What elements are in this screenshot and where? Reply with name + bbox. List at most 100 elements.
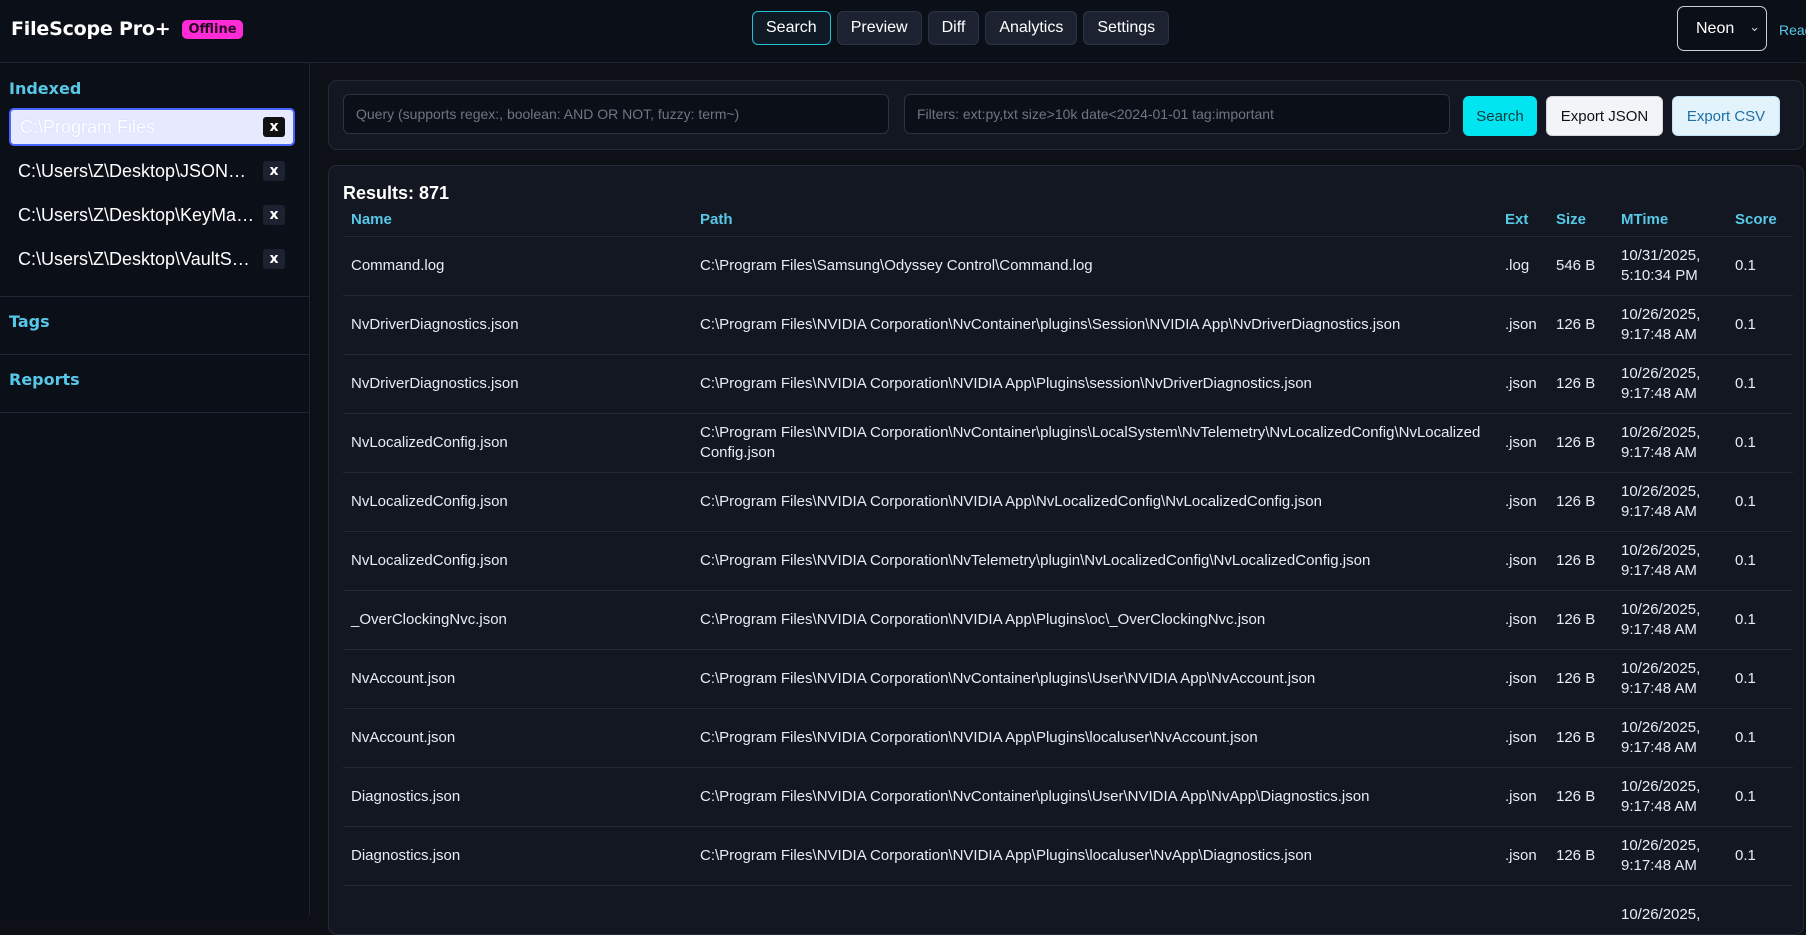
column-header-mtime[interactable]: MTime [1613,202,1727,237]
cell-mtime: 10/26/2025, 9:17:48 AM [1613,709,1727,768]
cell-mtime: 10/26/2025, 9:17:48 AM [1613,591,1727,650]
cell-mtime: 10/26/2025, 9:17:48 AM [1613,532,1727,591]
cell-name: Diagnostics.json [343,768,692,827]
cell-score [1727,886,1793,935]
cell-ext: .json [1497,709,1548,768]
table-row[interactable]: NvLocalizedConfig.jsonC:\Program Files\N… [343,532,1793,591]
cell-name: Command.log [343,237,692,296]
cell-size: 126 B [1548,650,1613,709]
indexed-path-item[interactable]: C:\Users\Z\Desktop\VaultSyn... x [9,240,295,278]
cell-name: NvDriverDiagnostics.json [343,355,692,414]
cell-path: C:\Program Files\NVIDIA Corporation\NvCo… [692,414,1497,473]
cell-ext: .json [1497,414,1548,473]
cell-path: C:\Program Files\NVIDIA Corporation\NvCo… [692,296,1497,355]
results-body: Command.logC:\Program Files\Samsung\Odys… [343,237,1793,935]
indexed-path-label: C:\Program Files [20,117,260,138]
cell-score: 0.1 [1727,650,1793,709]
remove-path-button[interactable]: x [263,249,285,269]
cell-ext: .json [1497,591,1548,650]
table-row[interactable]: NvAccount.jsonC:\Program Files\NVIDIA Co… [343,650,1793,709]
cell-path: C:\Program Files\NVIDIA Corporation\NVID… [692,591,1497,650]
indexed-path-item[interactable]: C:\Program Files x [9,108,295,146]
cell-ext [1497,886,1548,935]
table-row[interactable]: NvDriverDiagnostics.jsonC:\Program Files… [343,355,1793,414]
cell-name: NvLocalizedConfig.json [343,414,692,473]
cell-size: 126 B [1548,532,1613,591]
cell-score: 0.1 [1727,827,1793,886]
cell-score: 0.1 [1727,414,1793,473]
table-row[interactable]: _OverClockingNvc.jsonC:\Program Files\NV… [343,591,1793,650]
cell-score: 0.1 [1727,591,1793,650]
theme-select[interactable]: Neon ⌄ [1677,6,1767,51]
app-name: FileScope Pro+ [11,18,170,40]
sidebar-divider [0,296,309,297]
cell-mtime: 10/31/2025, 5:10:34 PM [1613,237,1727,296]
cell-name: NvLocalizedConfig.json [343,473,692,532]
cell-path: C:\Program Files\NVIDIA Corporation\NVID… [692,827,1497,886]
column-header-ext[interactable]: Ext [1497,202,1548,237]
results-card: Results: 871 Name Path Ext Size MTime Sc… [328,165,1804,935]
remove-path-button[interactable]: x [263,205,285,225]
table-row[interactable]: Diagnostics.jsonC:\Program Files\NVIDIA … [343,827,1793,886]
tab-diff[interactable]: Diff [928,11,980,45]
tab-analytics[interactable]: Analytics [985,11,1077,45]
cell-mtime: 10/26/2025, 9:17:48 AM [1613,473,1727,532]
cell-mtime: 10/26/2025, [1613,886,1727,935]
column-header-path[interactable]: Path [692,202,1497,237]
sidebar-divider [0,412,309,413]
table-row[interactable]: NvDriverDiagnostics.jsonC:\Program Files… [343,296,1793,355]
cell-name: _OverClockingNvc.json [343,591,692,650]
top-bar: FileScope Pro+ Offline Search Preview Di… [0,0,1806,63]
table-row[interactable]: Diagnostics.jsonC:\Program Files\NVIDIA … [343,768,1793,827]
remove-path-button[interactable]: x [263,161,285,181]
cell-path: C:\Program Files\Samsung\Odyssey Control… [692,237,1497,296]
cell-path: C:\Program Files\NVIDIA Corporation\NVID… [692,709,1497,768]
indexed-path-label: C:\Users\Z\Desktop\JSONPil... [18,161,258,182]
indexed-path-item[interactable]: C:\Users\Z\Desktop\JSONPil... x [9,152,295,190]
cell-mtime: 10/26/2025, 9:17:48 AM [1613,650,1727,709]
cell-name: NvAccount.json [343,650,692,709]
cell-score: 0.1 [1727,768,1793,827]
table-row[interactable]: Command.logC:\Program Files\Samsung\Odys… [343,237,1793,296]
table-row[interactable]: NvLocalizedConfig.jsonC:\Program Files\N… [343,414,1793,473]
chevron-down-icon: ⌄ [1749,19,1760,35]
column-header-score[interactable]: Score [1727,202,1793,237]
cell-ext: .json [1497,355,1548,414]
cell-ext: .log [1497,237,1548,296]
indexed-path-item[interactable]: C:\Users\Z\Desktop\KeyMap... x [9,196,295,234]
cell-size: 126 B [1548,473,1613,532]
tab-bar: Search Preview Diff Analytics Settings [752,11,1169,45]
export-csv-button[interactable]: Export CSV [1672,96,1780,136]
column-header-size[interactable]: Size [1548,202,1613,237]
cell-score: 0.1 [1727,473,1793,532]
cell-ext: .json [1497,296,1548,355]
cell-size: 126 B [1548,768,1613,827]
query-input[interactable] [343,94,889,134]
results-count: Results: 871 [343,183,449,204]
cell-path: C:\Program Files\NVIDIA Corporation\NVID… [692,473,1497,532]
cell-ext: .json [1497,532,1548,591]
cell-size: 126 B [1548,296,1613,355]
search-button[interactable]: Search [1463,96,1537,136]
export-json-button[interactable]: Export JSON [1546,96,1663,136]
indexed-section-title: Indexed [9,79,81,98]
tab-search[interactable]: Search [752,11,831,45]
filters-input[interactable] [904,94,1450,134]
table-row[interactable]: NvLocalizedConfig.jsonC:\Program Files\N… [343,473,1793,532]
theme-select-value: Neon [1696,20,1734,38]
cell-name: NvAccount.json [343,709,692,768]
cell-ext: .json [1497,768,1548,827]
remove-path-button[interactable]: x [263,117,285,137]
tab-preview[interactable]: Preview [837,11,922,45]
column-header-name[interactable]: Name [343,202,692,237]
cell-name: NvDriverDiagnostics.json [343,296,692,355]
table-row[interactable]: NvAccount.jsonC:\Program Files\NVIDIA Co… [343,709,1793,768]
cell-ext: .json [1497,650,1548,709]
tags-section-title[interactable]: Tags [9,312,50,331]
cell-score: 0.1 [1727,709,1793,768]
tab-settings[interactable]: Settings [1083,11,1169,45]
sidebar: Indexed C:\Program Files x C:\Users\Z\De… [0,63,310,915]
reports-section-title[interactable]: Reports [9,370,80,389]
cell-score: 0.1 [1727,355,1793,414]
table-row[interactable]: 10/26/2025, [343,886,1793,935]
